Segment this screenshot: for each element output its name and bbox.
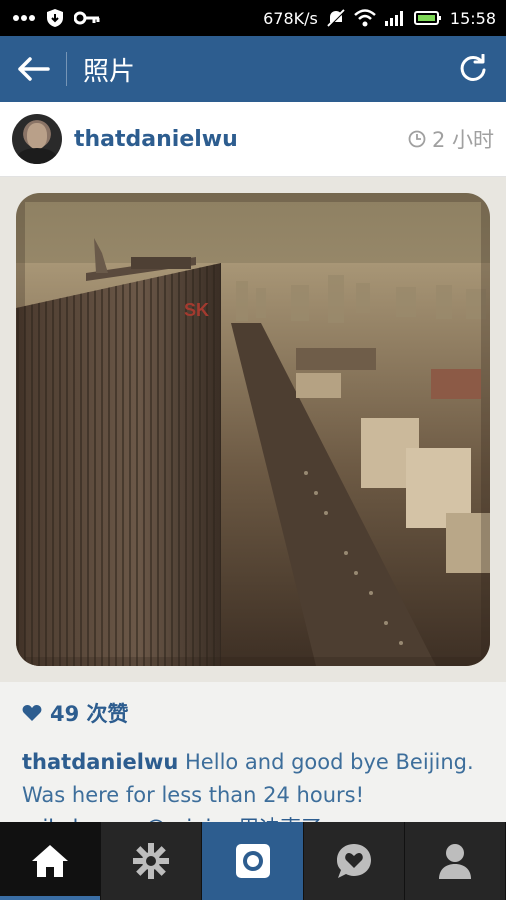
clock: 15:58 (449, 8, 496, 28)
post-header: thatdanielwu 2 小时 (0, 102, 506, 177)
time-ago-label: 2 小时 (431, 128, 494, 152)
signal-icon (384, 9, 406, 27)
post-caption: thatdanielwu Hello and good bye Beijing.… (22, 746, 492, 812)
tab-activity[interactable] (303, 822, 405, 900)
arrow-left-icon (18, 57, 50, 81)
explore-icon (133, 843, 170, 879)
status-bar: 678K/s 15:58 (0, 0, 506, 36)
bottom-tab-bar (0, 822, 506, 900)
heart-icon (22, 705, 42, 721)
tab-camera[interactable] (202, 822, 304, 900)
activity-icon (336, 844, 371, 878)
post-time: 2 小时 (408, 124, 494, 154)
post-username[interactable]: thatdanielwu (74, 127, 238, 152)
likes-row[interactable]: 49 次赞 (22, 698, 129, 728)
page-title: 照片 (83, 56, 136, 87)
avatar[interactable] (12, 114, 62, 164)
tab-home[interactable] (0, 822, 102, 900)
caption-username[interactable]: thatdanielwu (22, 750, 178, 774)
profile-icon (438, 844, 471, 879)
back-button[interactable] (0, 36, 66, 102)
tab-profile[interactable] (404, 822, 506, 900)
refresh-button[interactable] (440, 36, 506, 102)
mute-icon (326, 8, 346, 28)
photo-container: SK (0, 177, 506, 682)
tab-explore[interactable] (101, 822, 203, 900)
home-icon (32, 845, 69, 877)
camera-icon (235, 844, 270, 878)
notification-dots-icon (12, 14, 36, 22)
app-bar: 照片 (0, 36, 506, 102)
post-photo[interactable]: SK (16, 193, 490, 666)
key-icon (74, 11, 100, 25)
svg-text:SK: SK (184, 300, 209, 320)
likes-count: 49 次赞 (50, 702, 129, 726)
network-speed: 678K/s (263, 8, 318, 28)
shield-icon (46, 8, 64, 28)
refresh-icon (460, 54, 486, 81)
battery-icon (413, 10, 442, 26)
clock-icon (408, 130, 426, 148)
wifi-icon (354, 9, 376, 27)
